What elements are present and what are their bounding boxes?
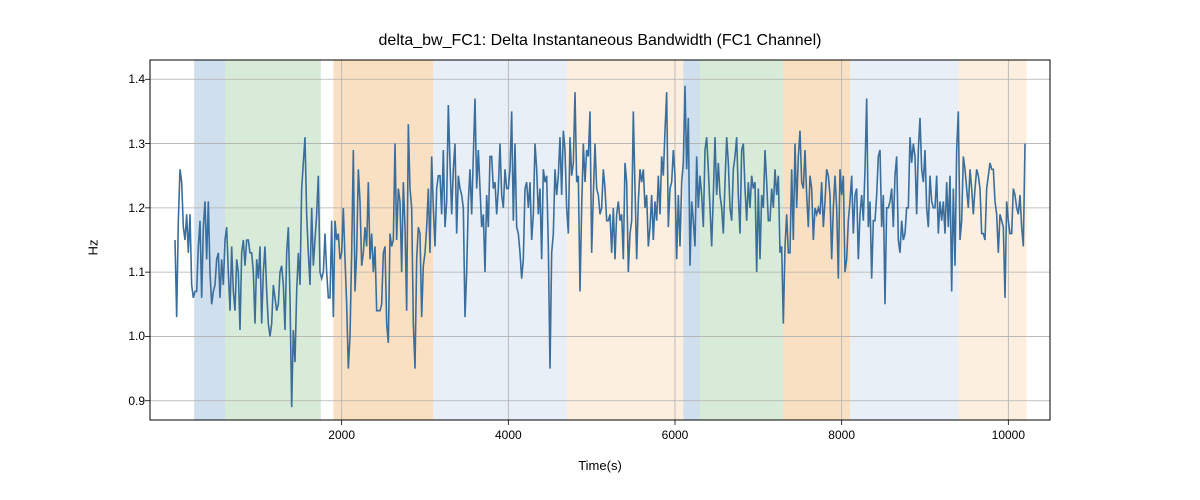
x-tick-label: 6000 (662, 428, 689, 442)
y-axis-label: Hz (85, 240, 100, 256)
chart-plot-area (150, 60, 1050, 420)
x-tick-label: 4000 (495, 428, 522, 442)
chart-svg (150, 60, 1050, 420)
y-tick-label: 1.0 (105, 329, 145, 343)
x-tick-label: 2000 (328, 428, 355, 442)
x-tick-label: 8000 (828, 428, 855, 442)
y-tick-label: 1.3 (105, 137, 145, 151)
chart-title: delta_bw_FC1: Delta Instantaneous Bandwi… (150, 32, 1050, 50)
y-tick-label: 1.2 (105, 201, 145, 215)
x-tick-label: 10000 (992, 428, 1025, 442)
x-axis-label: Time(s) (150, 458, 1050, 473)
y-tick-label: 1.1 (105, 265, 145, 279)
y-tick-label: 0.9 (105, 394, 145, 408)
y-tick-label: 1.4 (105, 72, 145, 86)
